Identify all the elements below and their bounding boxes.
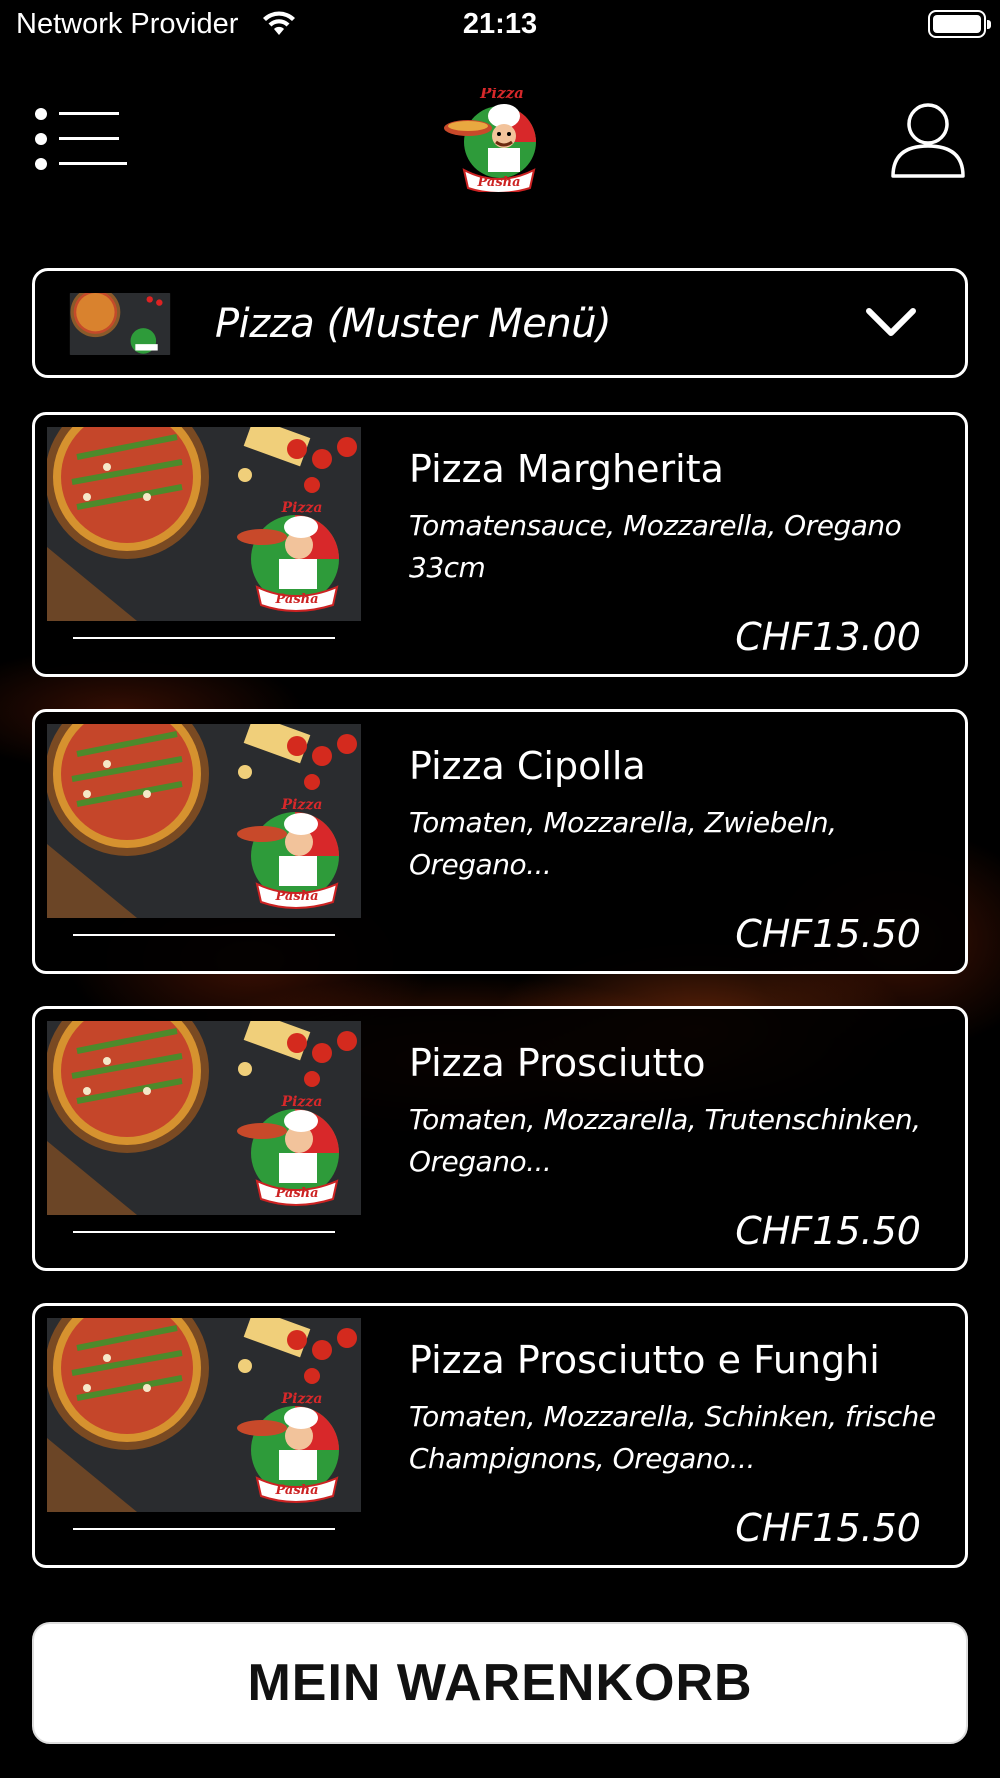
pizza-pasha-logo: Pasha Pizza [444, 88, 536, 192]
status-time: 21:13 [462, 8, 538, 40]
svg-text:Pizza: Pizza [281, 797, 323, 813]
product-card[interactable]: Pasha Pizza Pizza Margherita Tomatensauc… [32, 412, 968, 677]
svg-text:Pasha: Pasha [274, 889, 318, 904]
product-card[interactable]: Pasha Pizza Pizza Prosciutto e Funghi To… [32, 1303, 968, 1568]
svg-text:Pasha: Pasha [274, 1483, 318, 1498]
product-price: CHF13.00 [735, 615, 921, 659]
image-underline [73, 1528, 335, 1530]
category-thumbnail [69, 293, 171, 355]
product-name: Pizza Margherita [409, 447, 724, 491]
product-image: Pasha Pizza [47, 1021, 361, 1215]
category-label: Pizza (Muster Menü) [215, 301, 612, 347]
status-bar: Network Provider 21:13 [0, 0, 1000, 54]
battery-icon [928, 10, 991, 38]
product-image: Pasha Pizza [47, 427, 361, 621]
user-profile-icon[interactable] [890, 102, 966, 180]
svg-text:Pizza: Pizza [281, 1391, 323, 1407]
product-name: Pizza Cipolla [409, 744, 646, 788]
svg-text:Pizza: Pizza [479, 88, 524, 102]
product-description: Tomatensauce, Mozzarella, Oregano 33cm [409, 509, 902, 584]
product-description: Tomaten, Mozzarella, Schinken, frische C… [409, 1400, 936, 1475]
product-image: Pasha Pizza [47, 1318, 361, 1512]
product-price: CHF15.50 [735, 1506, 921, 1550]
product-description: Tomaten, Mozzarella, Trutenschinken, Ore… [409, 1103, 921, 1178]
product-card[interactable]: Pasha Pizza Pizza Cipolla Tomaten, Mozza… [32, 709, 968, 974]
category-dropdown[interactable]: Pizza (Muster Menü) [32, 268, 968, 378]
product-name: Pizza Prosciutto e Funghi [409, 1338, 880, 1382]
product-price: CHF15.50 [735, 1209, 921, 1253]
product-description: Tomaten, Mozzarella, Zwiebeln, Oregano..… [409, 806, 837, 881]
product-price: CHF15.50 [735, 912, 921, 956]
image-underline [73, 934, 335, 936]
svg-text:Pasha: Pasha [274, 592, 318, 607]
product-name: Pizza Prosciutto [409, 1041, 706, 1085]
product-card[interactable]: Pasha Pizza Pizza Prosciutto Tomaten, Mo… [32, 1006, 968, 1271]
menu-icon[interactable] [34, 106, 128, 172]
cart-button[interactable]: MEIN WARENKORB [32, 1622, 968, 1744]
svg-text:Pizza: Pizza [281, 500, 323, 516]
chevron-down-icon [866, 308, 916, 336]
image-underline [73, 1231, 335, 1233]
product-image: Pasha Pizza [47, 724, 361, 918]
svg-text:Pasha: Pasha [274, 1186, 318, 1201]
image-underline [73, 637, 335, 639]
svg-text:Pasha: Pasha [476, 175, 520, 190]
svg-text:Pizza: Pizza [281, 1094, 323, 1110]
